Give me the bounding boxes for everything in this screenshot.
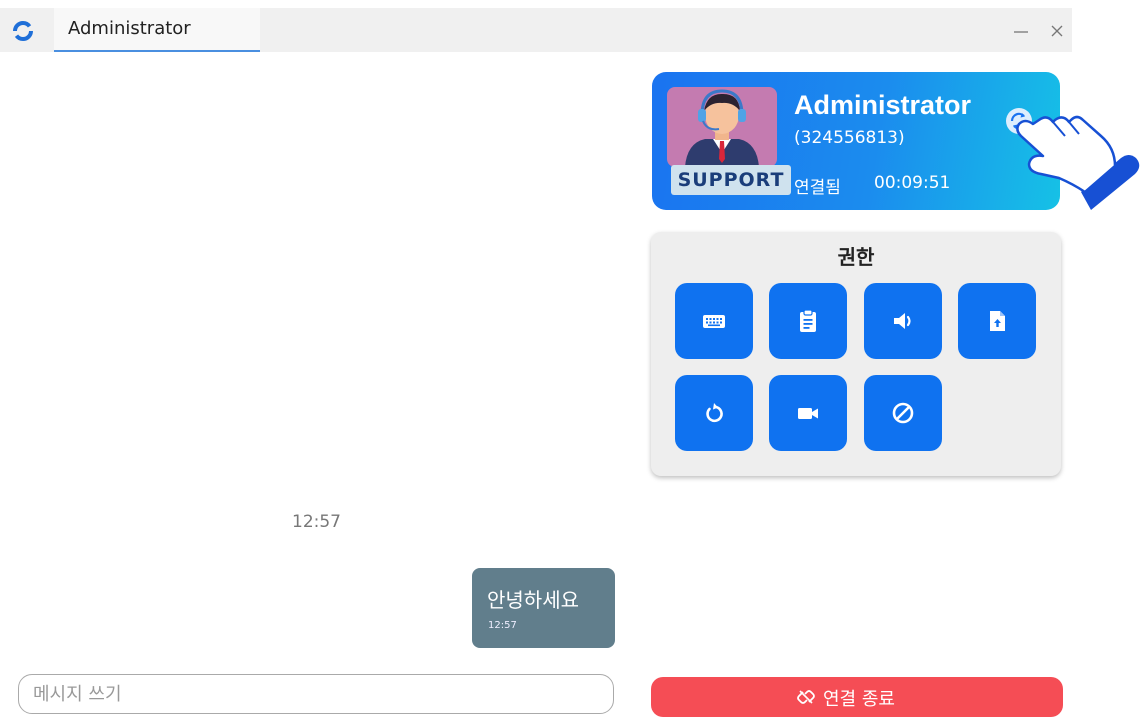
switch-sides-icon[interactable] (1004, 106, 1034, 136)
user-id: (324556813) (794, 128, 905, 148)
connection-timer: 00:09:51 (874, 173, 951, 193)
chat-timestamp: 12:57 (292, 512, 341, 532)
connection-status: 연결됨 (794, 178, 841, 198)
disconnect-icon (797, 690, 815, 704)
app-logo-icon (13, 21, 33, 41)
avatar: SUPPORT (667, 87, 791, 195)
clipboard-icon (800, 309, 816, 332)
restart-icon (706, 403, 723, 423)
keyboard-permission-button[interactable] (675, 283, 753, 359)
block-input-icon (892, 402, 914, 424)
recording-permission-button[interactable] (769, 375, 847, 451)
tab-administrator[interactable]: Administrator (54, 8, 260, 52)
end-connection-label: 연결 종료 (823, 689, 895, 710)
audio-icon (894, 313, 911, 329)
close-icon[interactable] (1043, 17, 1071, 45)
recording-icon (798, 408, 818, 419)
support-label: SUPPORT (671, 165, 791, 195)
block-input-permission-button[interactable] (864, 375, 942, 451)
chat-message-bubble: 안녕하세요 12:57 (472, 568, 615, 648)
title-bar: Administrator (0, 8, 1072, 52)
minimize-icon[interactable] (1006, 17, 1034, 45)
user-name: Administrator (794, 90, 972, 120)
restart-permission-button[interactable] (675, 375, 753, 451)
keyboard-icon (703, 315, 725, 328)
audio-permission-button[interactable] (864, 283, 942, 359)
file-transfer-icon (990, 311, 1005, 331)
permissions-title: 권한 (837, 245, 875, 269)
profile-card: SUPPORT Administrator (324556813) 연결됨 00… (652, 72, 1060, 210)
message-text: 안녕하세요 (487, 588, 579, 612)
tab-title: Administrator (68, 18, 191, 39)
permissions-panel: 권한 (651, 232, 1061, 476)
message-input[interactable] (18, 674, 614, 714)
end-connection-button[interactable]: 연결 종료 (651, 677, 1063, 717)
support-agent-avatar (667, 87, 777, 167)
file-transfer-permission-button[interactable] (958, 283, 1036, 359)
message-time: 12:57 (488, 620, 517, 631)
clipboard-permission-button[interactable] (769, 283, 847, 359)
